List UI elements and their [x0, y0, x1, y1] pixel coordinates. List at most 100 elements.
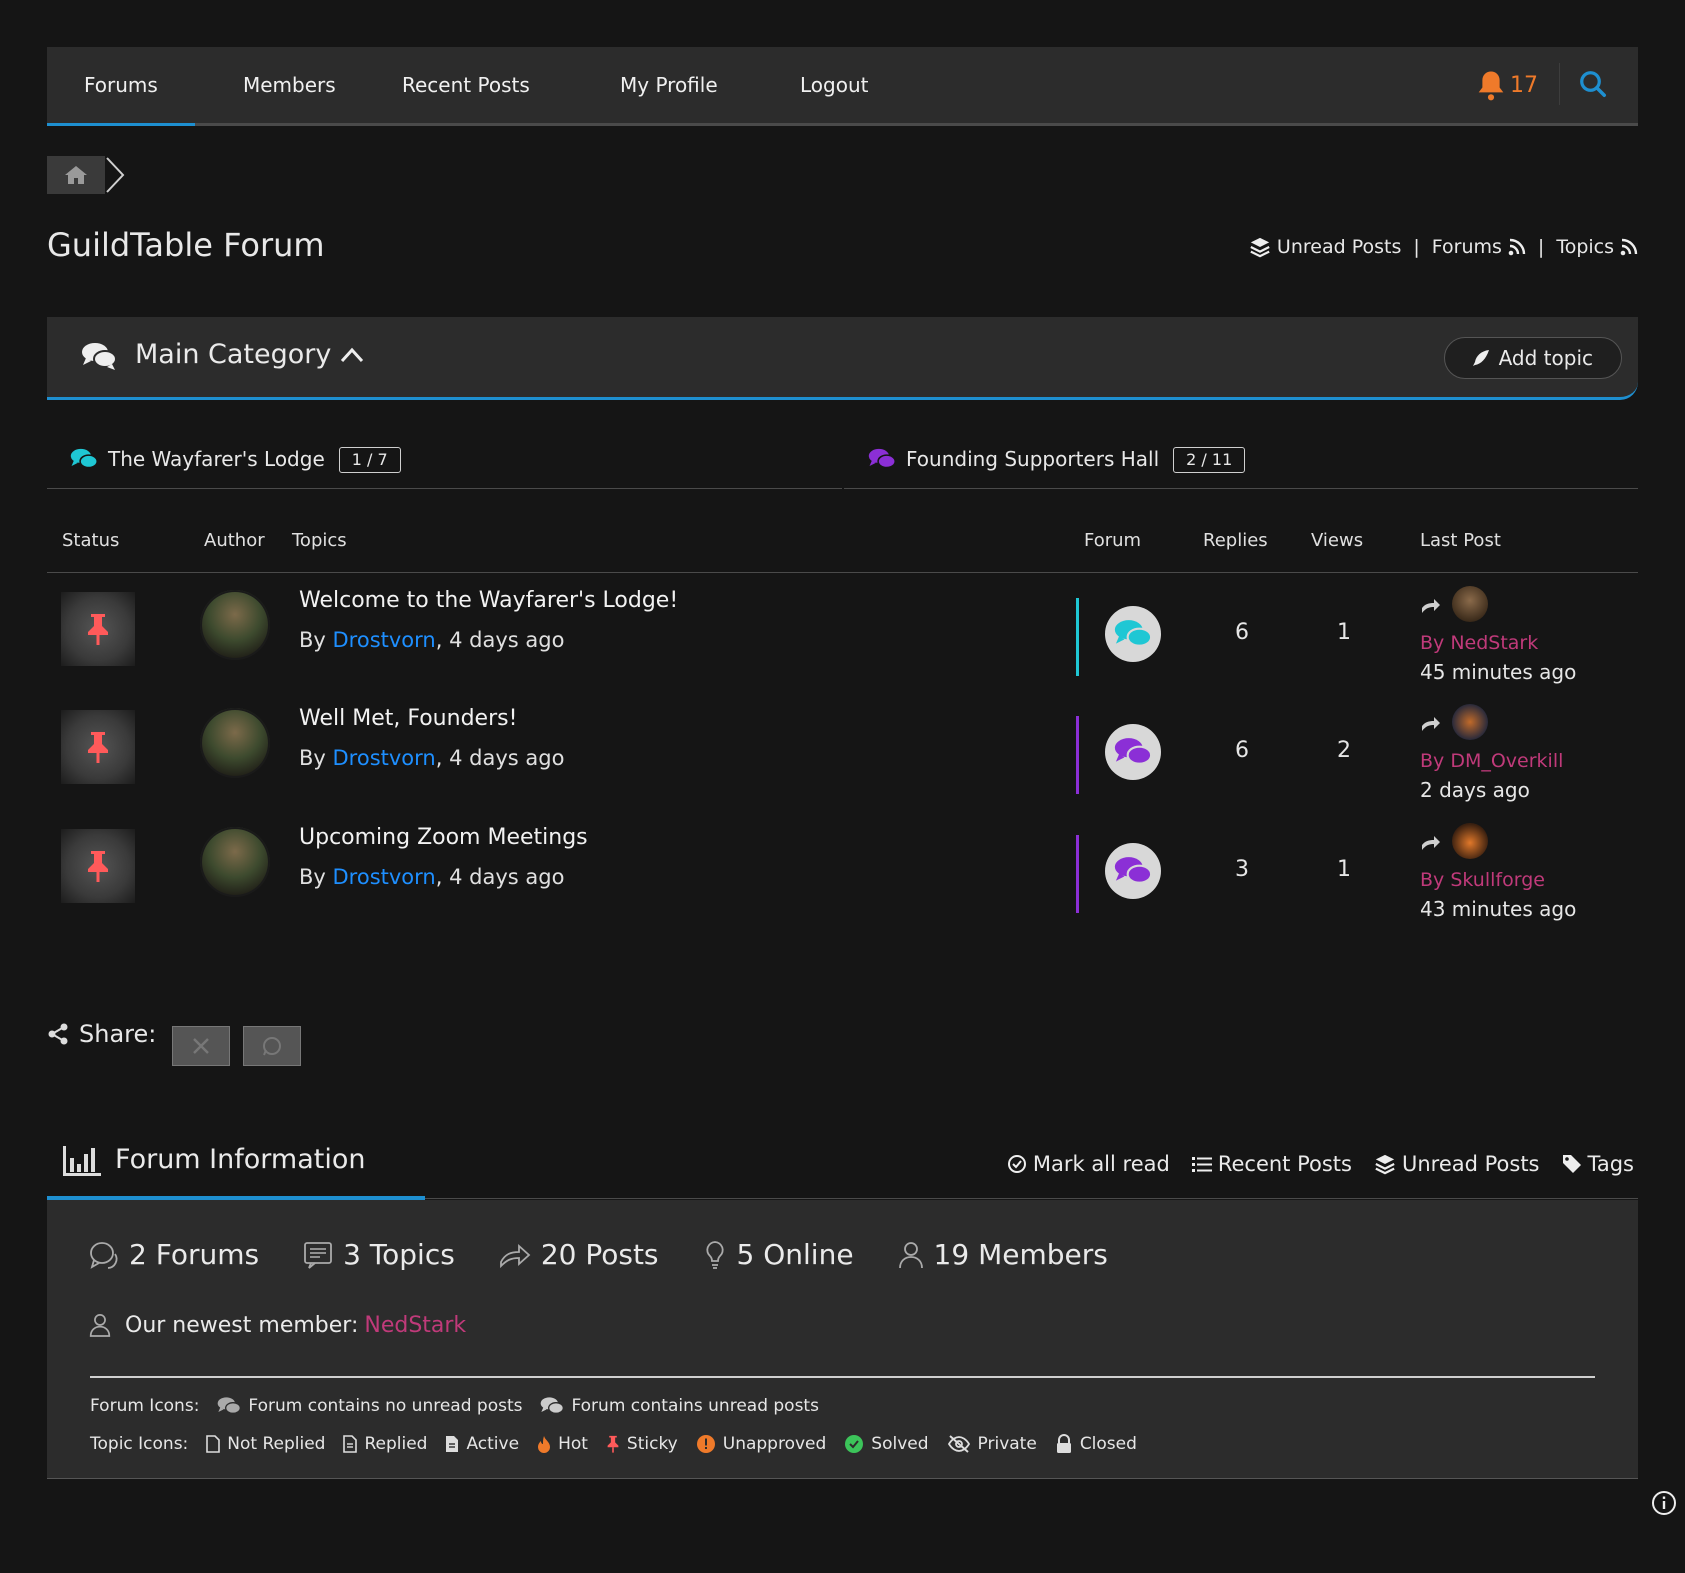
topics-rss-label: Topics [1556, 236, 1614, 258]
breadcrumb-home[interactable] [47, 156, 105, 194]
topic-time: , 4 days ago [435, 865, 565, 889]
nav-members[interactable]: Members [206, 47, 373, 123]
last-post-time[interactable]: 43 minutes ago [1420, 897, 1576, 921]
author-link[interactable]: Drostvorn [333, 746, 436, 770]
last-poster-avatar[interactable] [1452, 823, 1488, 859]
legend-replied-label: Replied [364, 1434, 428, 1454]
reply-arrow-icon [1422, 717, 1440, 731]
notification-count: 17 [1510, 72, 1538, 98]
tags-label: Tags [1587, 1152, 1635, 1176]
chevron-up-icon[interactable] [339, 345, 365, 365]
last-poster-avatar[interactable] [1452, 586, 1488, 622]
last-post-time[interactable]: 45 minutes ago [1420, 660, 1576, 684]
eye-slash-icon [947, 1435, 970, 1453]
subforum-list: The Wayfarer's Lodge 1 / 7 Founding Supp… [47, 430, 1638, 490]
mark-all-read-link[interactable]: Mark all read [1007, 1152, 1170, 1176]
last-post-time[interactable]: 2 days ago [1420, 778, 1530, 802]
col-author: Author [204, 530, 265, 551]
legend-no-unread: Forum contains no unread posts [217, 1396, 522, 1416]
topic-doc-icon [304, 1241, 332, 1269]
col-views: Views [1311, 530, 1364, 551]
author-link[interactable]: Drostvorn [333, 865, 436, 889]
subforum-name: Founding Supporters Hall [906, 447, 1160, 471]
whatsapp-icon [263, 1037, 281, 1056]
reply-count: 6 [1235, 620, 1249, 645]
author-avatar[interactable] [200, 708, 270, 778]
legend-replied: Replied [343, 1434, 427, 1454]
topics-rss-link[interactable]: Topics [1556, 236, 1638, 258]
user-outline-icon [89, 1314, 111, 1337]
view-count: 1 [1337, 857, 1351, 882]
subforum-item[interactable]: Founding Supporters Hall 2 / 11 [844, 430, 1638, 489]
nav-forums[interactable]: Forums [47, 47, 195, 126]
reply-outline-icon [499, 1243, 531, 1268]
unread-posts-link[interactable]: Unread Posts [1249, 236, 1401, 258]
legend-unread-label: Forum contains unread posts [571, 1396, 819, 1416]
forum-icon-button[interactable] [1105, 843, 1161, 899]
nav-logout[interactable]: Logout [763, 47, 905, 123]
sticky-status [61, 710, 135, 784]
unread-posts-link[interactable]: Unread Posts [1374, 1152, 1540, 1176]
topic-title-link[interactable]: Upcoming Zoom Meetings [299, 825, 588, 850]
comments-icon [1114, 738, 1153, 765]
add-topic-button[interactable]: Add topic [1443, 337, 1622, 379]
forum-stats: 2 Forums 3 Topics 20 Posts 5 Online 19 M… [89, 1238, 1108, 1271]
recent-posts-link[interactable]: Recent Posts [1191, 1152, 1352, 1176]
topic-title-link[interactable]: Welcome to the Wayfarer's Lodge! [299, 588, 678, 613]
forum-icon-button[interactable] [1105, 606, 1161, 662]
topic-title-link[interactable]: Well Met, Founders! [299, 706, 517, 731]
forums-rss-label: Forums [1431, 236, 1502, 258]
last-poster-link[interactable]: By DM_Overkill [1420, 750, 1563, 772]
x-logo-icon [193, 1038, 209, 1054]
topic-meta: By Drostvorn, 4 days ago [299, 865, 564, 889]
newest-member: Our newest member: NedStark [89, 1312, 466, 1338]
user-outline-icon [898, 1241, 923, 1268]
search-button[interactable] [1578, 69, 1612, 103]
page-title: GuildTable Forum [47, 226, 325, 264]
stat-members-label: 19 Members [933, 1238, 1108, 1271]
topic-icons-label: Topic Icons: [90, 1434, 189, 1454]
last-poster-link[interactable]: By Skullforge [1420, 869, 1545, 891]
rss-icon [1620, 238, 1638, 256]
chevron-right-icon [106, 157, 125, 193]
share-x-button[interactable] [172, 1026, 230, 1066]
subforum-item[interactable]: The Wayfarer's Lodge 1 / 7 [47, 430, 842, 489]
topic-time: , 4 days ago [435, 746, 565, 770]
pushpin-icon [88, 614, 108, 645]
view-count: 1 [1337, 620, 1351, 645]
nav-my-profile[interactable]: My Profile [583, 47, 755, 123]
sticky-status [61, 592, 135, 666]
stat-online-label: 5 Online [736, 1238, 854, 1271]
reply-arrow-icon [1422, 836, 1440, 850]
tags-link[interactable]: Tags [1562, 1152, 1635, 1176]
author-avatar[interactable] [200, 590, 270, 660]
add-topic-label: Add topic [1498, 346, 1593, 370]
share-whatsapp-button[interactable] [243, 1026, 301, 1066]
forum-icon-button[interactable] [1105, 724, 1161, 780]
author-link[interactable]: Drostvorn [333, 628, 436, 652]
newest-member-label: Our newest member: [125, 1312, 359, 1338]
info-icon[interactable] [1651, 1490, 1677, 1516]
home-icon [65, 166, 87, 184]
forums-rss-link[interactable]: Forums [1432, 236, 1526, 258]
topic-meta: By Drostvorn, 4 days ago [299, 628, 564, 652]
share-section: Share: [47, 1020, 156, 1048]
subforum-name: The Wayfarer's Lodge [108, 447, 325, 471]
last-poster-link[interactable]: By NedStark [1420, 632, 1538, 654]
comments-icon [868, 448, 896, 469]
legend-hot-label: Hot [558, 1434, 588, 1454]
forum-icons-legend: Forum Icons: Forum contains no unread po… [90, 1396, 819, 1416]
comment-outline-icon [90, 1241, 118, 1269]
legend-divider [90, 1376, 1595, 1378]
list-icon [1191, 1157, 1212, 1172]
newest-member-link[interactable]: NedStark [364, 1313, 466, 1338]
comments-icon [70, 448, 98, 469]
author-avatar[interactable] [200, 827, 270, 897]
notifications-button[interactable]: 17 [1476, 65, 1538, 105]
last-poster-avatar[interactable] [1452, 704, 1488, 740]
forum-info-title: Forum Information [115, 1144, 366, 1175]
feather-icon [1472, 350, 1489, 366]
file-filled-icon [446, 1436, 459, 1452]
mark-all-read-label: Mark all read [1032, 1152, 1170, 1176]
nav-recent-posts[interactable]: Recent Posts [365, 47, 567, 123]
